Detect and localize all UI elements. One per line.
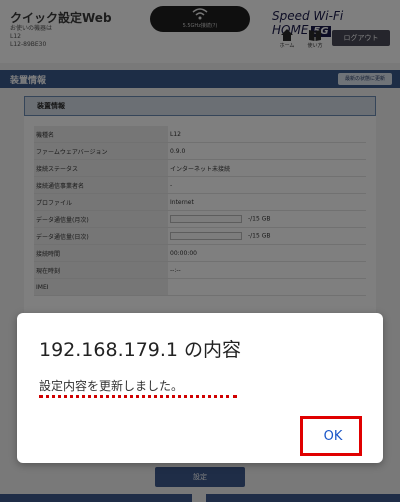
dialog-message: 設定内容を更新しました。 — [39, 379, 184, 393]
annotation-underline — [39, 395, 237, 398]
alert-dialog: 192.168.179.1 の内容 設定内容を更新しました。 OK — [17, 313, 383, 463]
dialog-title: 192.168.179.1 の内容 — [39, 339, 242, 361]
annotation-highlight-box — [300, 416, 362, 456]
